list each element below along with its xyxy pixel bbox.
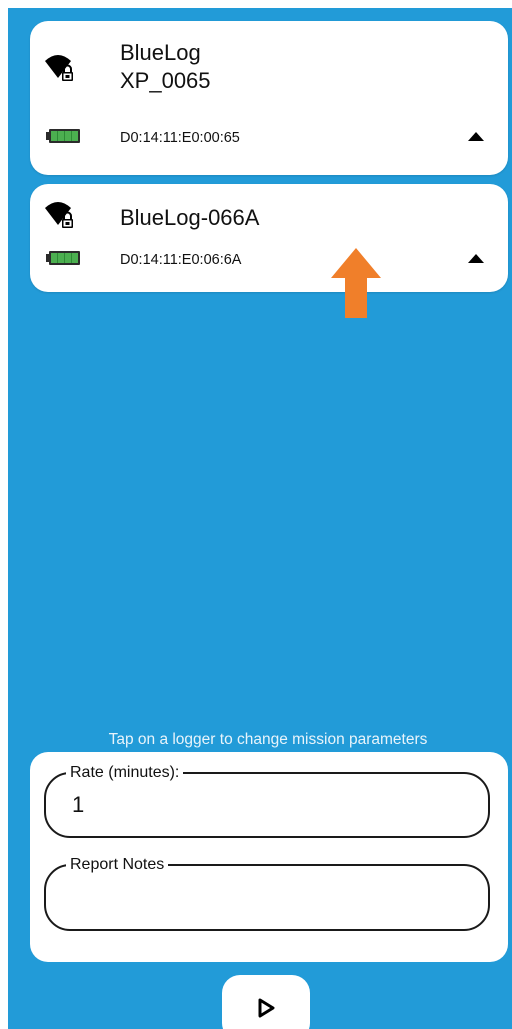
logger-name-id: XP_0065	[120, 68, 211, 93]
wifi-lock-icon	[45, 55, 73, 81]
logger-card[interactable]: BlueLog XP_0065 D0:14:11:E0:00:65	[30, 21, 508, 175]
logger-address: D0:14:11:E0:06:6A	[120, 252, 242, 268]
logger-card[interactable]: BlueLog-066A D0:14:11:E0:06:6A	[30, 184, 508, 292]
hint-text: Tap on a logger to change mission parame…	[108, 731, 428, 748]
annotation-arrow-icon	[331, 248, 381, 318]
logger-address: D0:14:11:E0:00:65	[120, 130, 240, 146]
caret-up-icon[interactable]	[468, 132, 484, 141]
battery-full-icon	[46, 251, 80, 265]
rate-field[interactable]: Rate (minutes): 1	[44, 763, 490, 838]
wifi-lock-icon	[45, 202, 73, 228]
play-icon	[258, 998, 275, 1018]
rate-value[interactable]: 1	[72, 792, 84, 818]
report-notes-field[interactable]: Report Notes	[44, 855, 490, 931]
caret-up-icon[interactable]	[468, 254, 484, 263]
logger-name: BlueLog-066A	[120, 205, 260, 230]
battery-full-icon	[46, 129, 80, 143]
report-notes-label: Report Notes	[66, 855, 169, 875]
rate-label: Rate (minutes):	[66, 763, 184, 783]
start-mission-button[interactable]	[222, 975, 310, 1029]
logger-name: BlueLog	[120, 40, 201, 65]
mission-form: Rate (minutes): 1 Report Notes	[30, 752, 508, 962]
app-screen: BlueLog XP_0065 D0:14:11:E0:00:65 BlueLo…	[8, 8, 512, 1029]
